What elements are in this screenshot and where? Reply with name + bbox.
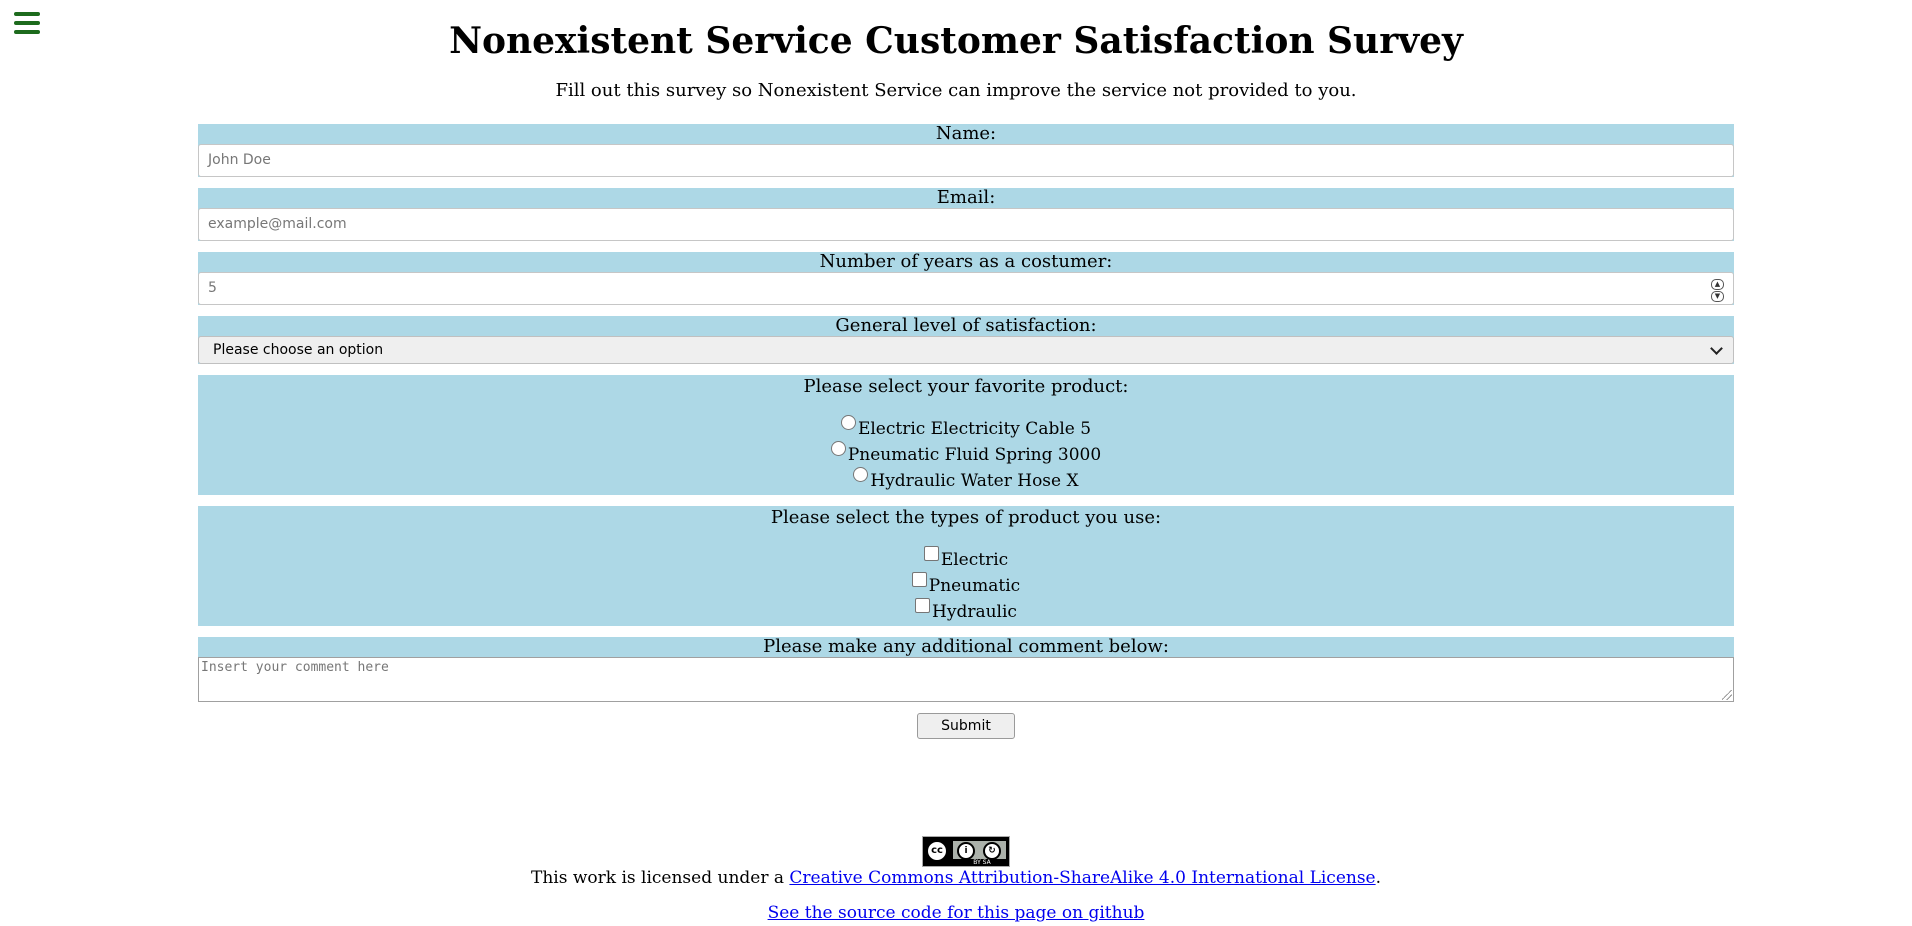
radio-option[interactable]: Electric Electricity Cable 5 [198,415,1734,441]
product-types-label: Please select the types of product you u… [770,507,1162,528]
checkbox[interactable] [923,546,939,561]
comment-textarea[interactable]: Insert your comment here [198,657,1734,702]
checkbox-option-label: Hydraulic [932,602,1017,622]
radio-button[interactable] [840,415,856,430]
spin-up-icon[interactable]: ▲ [1711,279,1724,290]
license-prefix: This work is licensed under a [530,868,790,888]
creative-commons-badge-icon[interactable]: cc i ↻ BY SA [922,836,1010,867]
years-number-input[interactable]: 5 ▲ ▼ [198,272,1734,305]
checkbox-option[interactable]: Pneumatic [198,572,1734,598]
comment-group: Please make any additional comment below… [198,637,1734,702]
favorite-product-options: Electric Electricity Cable 5 Pneumatic F… [198,397,1734,495]
page-description: Fill out this survey so Nonexistent Serv… [555,80,1357,101]
submit-button[interactable]: Submit [917,713,1015,739]
years-placeholder: 5 [208,280,217,296]
sa-icon: ↻ [983,842,1001,860]
radio-option-label: Electric Electricity Cable 5 [857,419,1092,439]
checkbox-option[interactable]: Electric [198,546,1734,572]
spin-down-icon[interactable]: ▼ [1711,291,1724,302]
chevron-down-icon [1710,342,1723,355]
product-types-options: Electric Pneumatic Hydraulic [198,528,1734,626]
name-group: Name: John Doe [198,124,1734,177]
cc-icon: cc [926,840,948,862]
radio-option[interactable]: Hydraulic Water Hose X [198,467,1734,493]
survey-form: Name: John Doe Email: example@mail.com N… [198,124,1734,739]
favorite-product-label: Please select your favorite product: [803,376,1129,397]
satisfaction-select[interactable]: Please choose an option [198,336,1734,364]
satisfaction-group: General level of satisfaction: Please ch… [198,316,1734,364]
checkbox-option-label: Pneumatic [928,576,1021,596]
license-link[interactable]: Creative Commons Attribution-ShareAlike … [789,868,1375,888]
page-title: Nonexistent Service Customer Satisfactio… [449,20,1463,62]
years-group: Number of years as a costumer: 5 ▲ ▼ [198,252,1734,305]
email-group: Email: example@mail.com [198,188,1734,241]
source-line: See the source code for this page on git… [0,903,1912,923]
license-text: This work is licensed under a Creative C… [0,868,1912,888]
favorite-product-group: Please select your favorite product: Ele… [198,375,1734,495]
radio-option[interactable]: Pneumatic Fluid Spring 3000 [198,441,1734,467]
radio-button[interactable] [853,467,869,482]
number-spinner[interactable]: ▲ ▼ [1711,279,1724,302]
radio-option-label: Hydraulic Water Hose X [870,471,1079,491]
checkbox-option[interactable]: Hydraulic [198,598,1734,624]
email-input[interactable]: example@mail.com [198,208,1734,241]
satisfaction-selected-value: Please choose an option [213,342,384,358]
checkbox-option-label: Electric [940,550,1009,570]
comment-label: Please make any additional comment below… [763,636,1169,657]
checkbox[interactable] [915,598,931,613]
license-suffix: . [1375,868,1382,888]
radio-option-label: Pneumatic Fluid Spring 3000 [847,445,1102,465]
email-label: Email: [936,187,996,208]
name-label: Name: [935,123,997,144]
satisfaction-label: General level of satisfaction: [835,315,1097,336]
badge-text: BY SA [973,859,991,866]
radio-button[interactable] [830,441,846,456]
years-label: Number of years as a costumer: [819,251,1113,272]
source-code-link[interactable]: See the source code for this page on git… [768,903,1145,923]
name-input[interactable]: John Doe [198,144,1734,177]
comment-placeholder: Insert your comment here [201,660,389,675]
product-types-group: Please select the types of product you u… [198,506,1734,626]
resize-handle-icon[interactable] [1722,690,1732,700]
submit-wrap: Submit [198,713,1734,739]
checkbox[interactable] [911,572,927,587]
by-icon: i [957,842,975,860]
